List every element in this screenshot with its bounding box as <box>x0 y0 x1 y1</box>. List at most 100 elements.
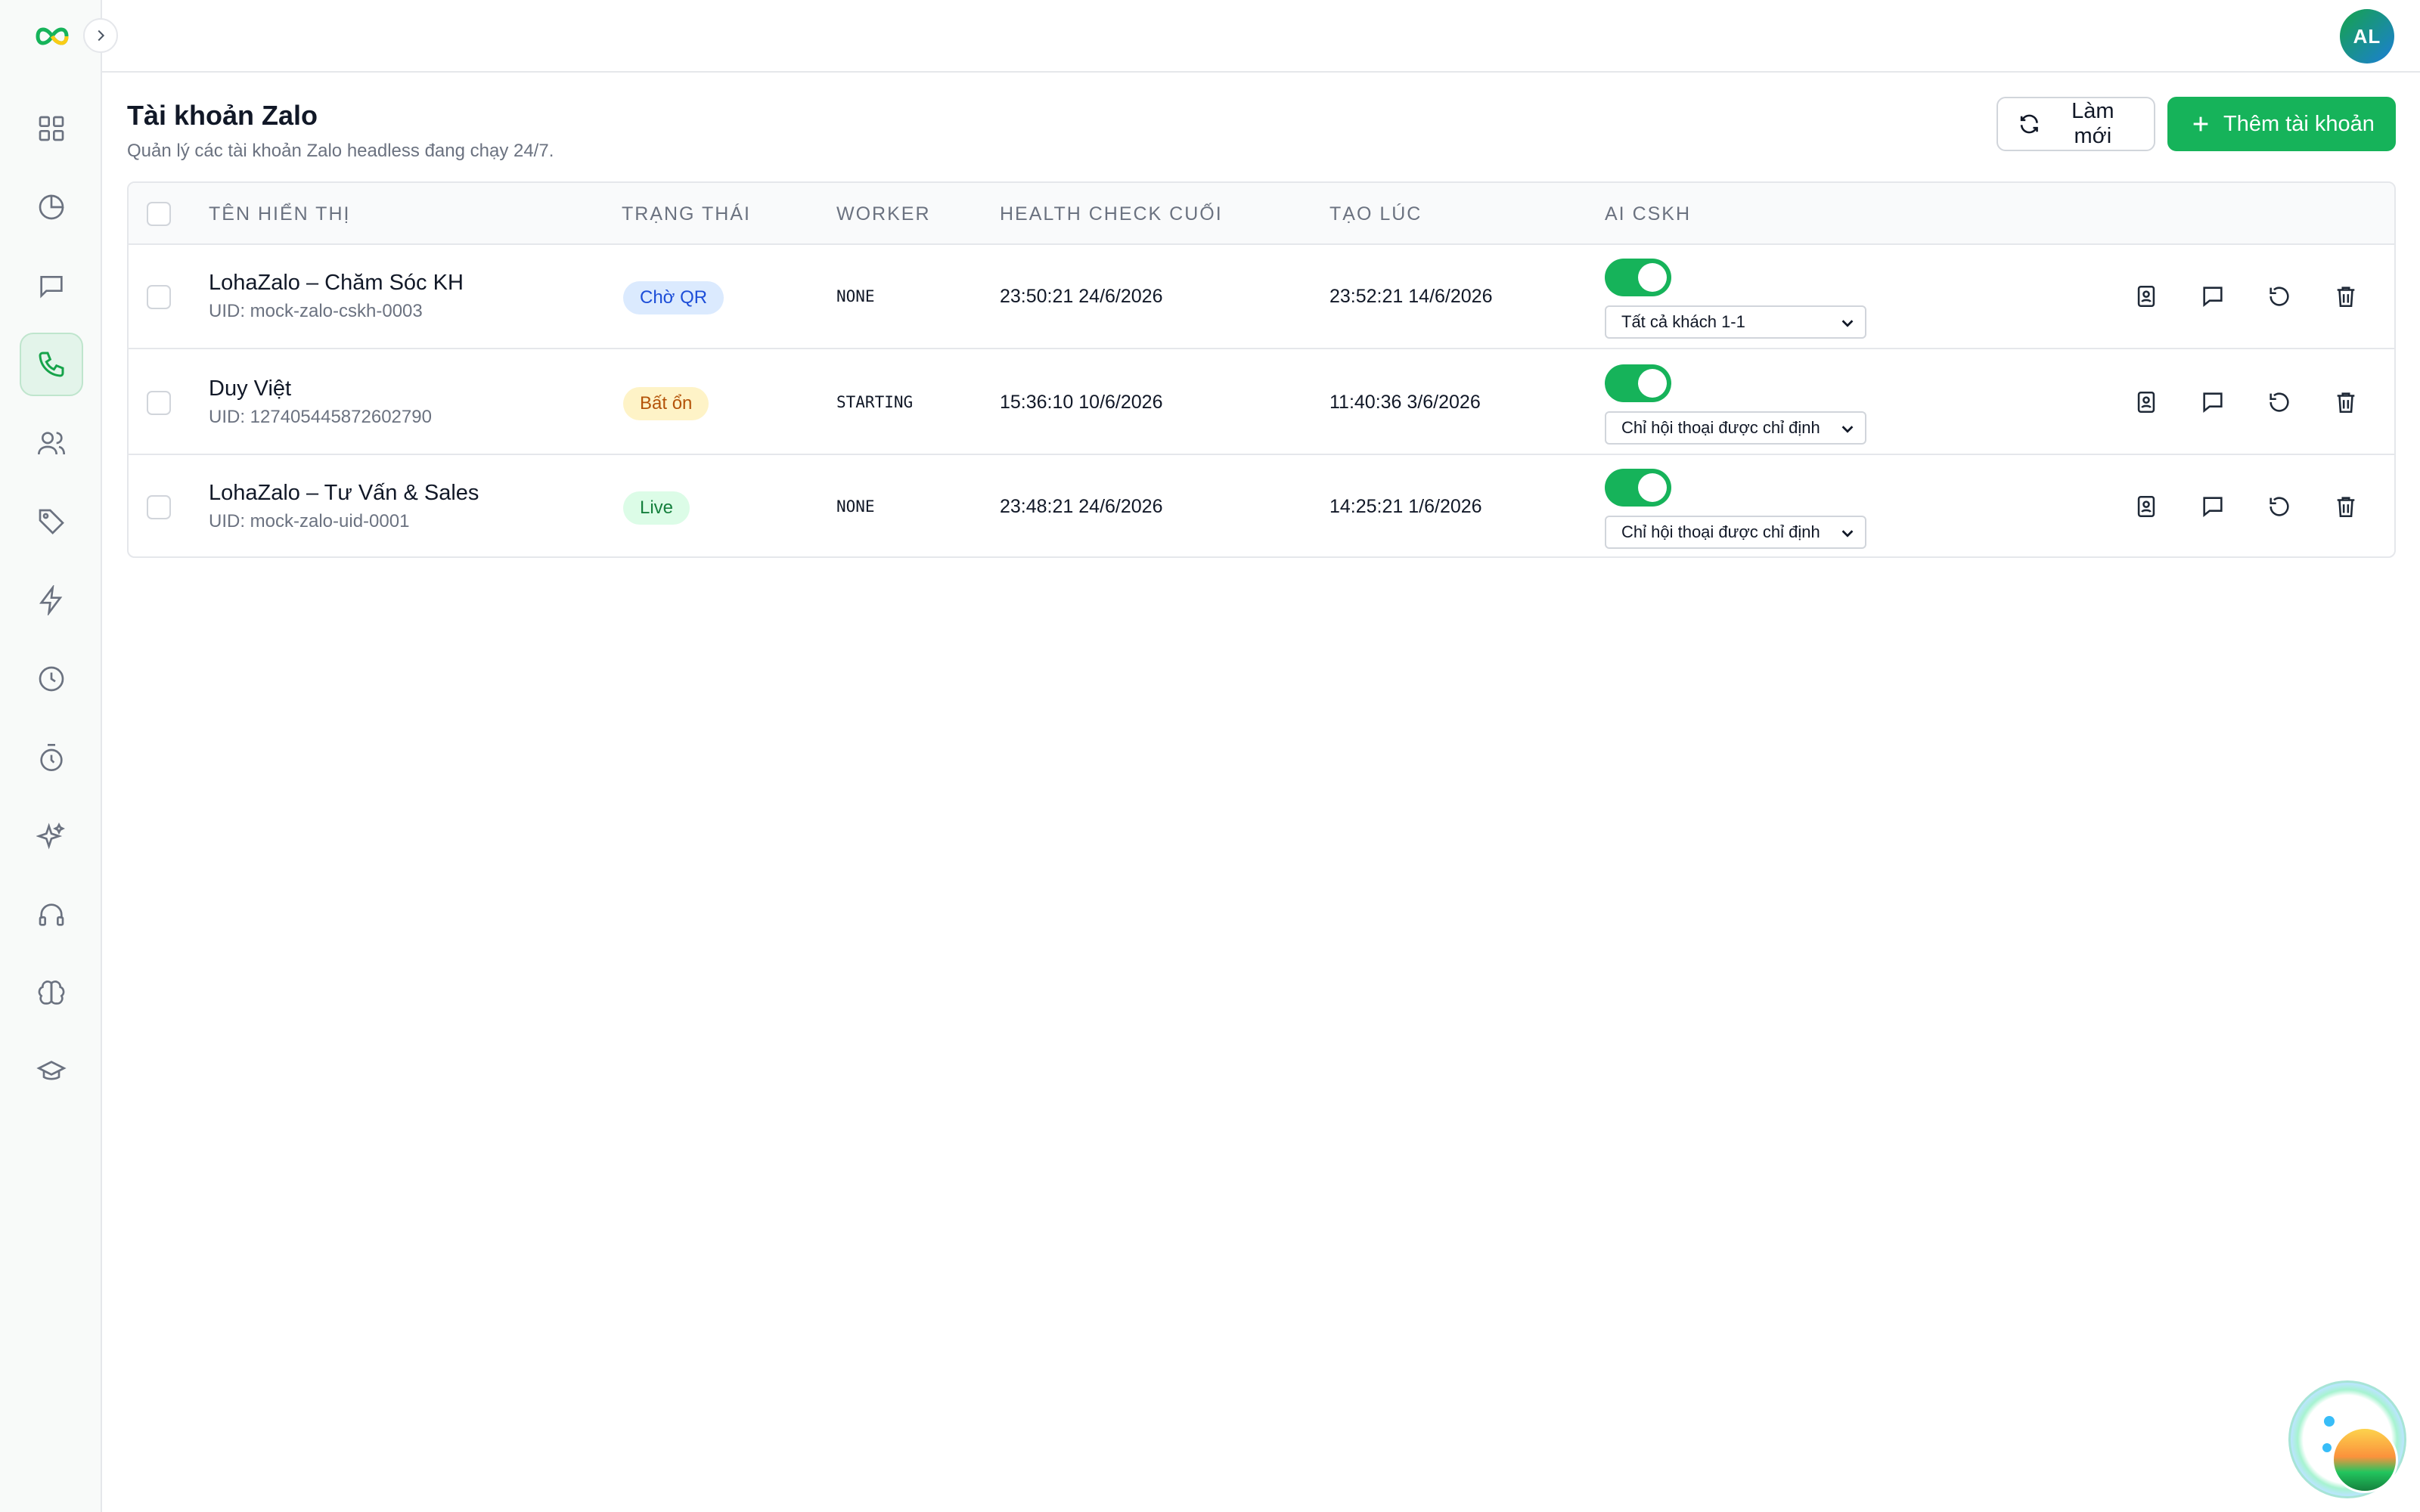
table-row[interactable]: LohaZalo – Tư Vấn & Sales UID: mock-zalo… <box>129 455 2394 556</box>
header-name[interactable]: TÊN HIỂN THỊ <box>209 183 350 245</box>
contact-book-icon <box>2137 391 2155 414</box>
graduation-cap-icon <box>36 1061 67 1080</box>
add-account-label: Thêm tài khoản <box>2223 111 2375 136</box>
header-worker[interactable]: WORKER <box>836 183 931 245</box>
header-created[interactable]: TẠO LÚC <box>1329 183 1422 245</box>
table-row[interactable]: LohaZalo – Chăm Sóc KH UID: mock-zalo-cs… <box>129 245 2394 349</box>
worker-status: STARTING <box>836 393 914 411</box>
lightning-icon <box>39 585 63 615</box>
contacts-action[interactable] <box>2131 281 2161 311</box>
ai-toggle[interactable] <box>1605 469 1671 507</box>
chevron-right-icon <box>98 29 105 42</box>
message-icon <box>2203 392 2223 413</box>
add-account-button[interactable]: Thêm tài khoản <box>2167 97 2396 151</box>
sparkles-icon <box>36 823 65 850</box>
tag-icon <box>39 509 64 534</box>
rotate-icon <box>2270 287 2289 306</box>
page-subtitle: Quản lý các tài khoản Zalo headless đang… <box>127 141 554 161</box>
sidebar-item-chat[interactable] <box>20 254 83 318</box>
delete-action[interactable] <box>2331 491 2361 522</box>
headphones-icon <box>39 903 64 926</box>
messages-action[interactable] <box>2198 281 2228 311</box>
ai-scope-value: Tất cả khách 1-1 <box>1621 312 1745 331</box>
restart-action[interactable] <box>2264 281 2294 311</box>
message-icon <box>2203 497 2223 517</box>
assistant-widget[interactable] <box>2288 1380 2406 1498</box>
sidebar-item-automation[interactable] <box>20 569 83 632</box>
status-badge: Bất ổn <box>623 387 709 420</box>
chevron-down-icon <box>1841 530 1854 538</box>
phone-icon <box>39 352 64 377</box>
contact-book-icon <box>2137 495 2155 518</box>
header-status[interactable]: TRẠNG THÁI <box>622 183 751 245</box>
select-all-checkbox[interactable] <box>147 202 171 226</box>
trash-icon <box>2337 287 2355 308</box>
sidebar <box>0 0 102 1512</box>
account-uid: UID: mock-zalo-cskh-0003 <box>209 301 423 321</box>
timer-icon <box>40 744 63 771</box>
header-ai[interactable]: AI CSKH <box>1605 183 1691 245</box>
ai-scope-select[interactable]: Chỉ hội thoại được chỉ định <box>1605 516 1866 549</box>
ai-toggle[interactable] <box>1605 364 1671 402</box>
row-checkbox[interactable] <box>147 391 171 415</box>
header-health-check[interactable]: HEALTH CHECK CUỐI <box>1000 183 1223 245</box>
sidebar-item-knowledge[interactable] <box>20 962 83 1025</box>
clock-icon <box>39 666 64 692</box>
refresh-icon <box>2020 114 2038 134</box>
message-icon <box>2203 287 2223 307</box>
sidebar-item-reports[interactable] <box>20 175 83 239</box>
chevron-down-icon <box>1841 426 1854 433</box>
users-icon <box>38 432 65 455</box>
row-checkbox[interactable] <box>147 285 171 309</box>
row-checkbox[interactable] <box>147 495 171 519</box>
ai-toggle[interactable] <box>1605 259 1671 296</box>
account-name: LohaZalo – Tư Vấn & Sales <box>209 481 479 505</box>
messages-action[interactable] <box>2198 387 2228 417</box>
app-logo[interactable] <box>33 21 71 51</box>
sidebar-item-timer[interactable] <box>20 726 83 789</box>
contacts-action[interactable] <box>2131 491 2161 522</box>
trash-icon <box>2337 497 2355 518</box>
created-time: 11:40:36 3/6/2026 <box>1329 392 1481 413</box>
rotate-icon <box>2270 497 2289 516</box>
sidebar-item-dashboard[interactable] <box>20 97 83 160</box>
sidebar-item-zalo-accounts[interactable] <box>20 333 83 396</box>
ai-scope-select[interactable]: Tất cả khách 1-1 <box>1605 305 1866 339</box>
restart-action[interactable] <box>2264 491 2294 522</box>
worker-status: NONE <box>836 287 875 305</box>
refresh-label: Làm mới <box>2071 99 2114 148</box>
restart-action[interactable] <box>2264 387 2294 417</box>
sidebar-item-contacts[interactable] <box>20 411 83 475</box>
contacts-action[interactable] <box>2131 387 2161 417</box>
plus-icon <box>2193 116 2208 132</box>
health-check-time: 15:36:10 10/6/2026 <box>1000 392 1163 413</box>
sidebar-item-ai[interactable] <box>20 804 83 868</box>
user-avatar[interactable]: AL <box>2340 9 2394 64</box>
account-name: LohaZalo – Chăm Sóc KH <box>209 271 464 295</box>
table-row[interactable]: Duy Việt UID: 127405445872602790 Bất ổn … <box>129 351 2394 455</box>
refresh-button[interactable]: Làm mới <box>1996 97 2155 151</box>
delete-action[interactable] <box>2331 387 2361 417</box>
ai-scope-value: Chỉ hội thoại được chỉ định <box>1621 522 1820 541</box>
sidebar-collapse-button[interactable] <box>83 18 118 53</box>
account-uid: UID: 127405445872602790 <box>209 407 432 427</box>
delete-action[interactable] <box>2331 281 2361 311</box>
top-bar: AL <box>102 0 2420 73</box>
sidebar-item-history[interactable] <box>20 647 83 711</box>
chat-icon <box>40 276 63 299</box>
account-name: Duy Việt <box>209 376 292 401</box>
ai-scope-select[interactable]: Chỉ hội thoại được chỉ định <box>1605 411 1866 445</box>
status-badge: Live <box>623 491 690 525</box>
rotate-icon <box>2270 392 2289 412</box>
messages-action[interactable] <box>2198 491 2228 522</box>
sidebar-item-tags[interactable] <box>20 490 83 553</box>
sidebar-item-support[interactable] <box>20 883 83 947</box>
sidebar-item-training[interactable] <box>20 1040 83 1104</box>
accounts-table: TÊN HIỂN THỊ TRẠNG THÁI WORKER HEALTH CH… <box>127 181 2396 558</box>
widget-dot <box>2324 1416 2335 1427</box>
table-header: TÊN HIỂN THỊ TRẠNG THÁI WORKER HEALTH CH… <box>129 183 2394 245</box>
brain-icon <box>38 981 65 1005</box>
contact-book-icon <box>2137 285 2155 308</box>
chevron-down-icon <box>1841 320 1854 327</box>
worker-status: NONE <box>836 497 875 516</box>
